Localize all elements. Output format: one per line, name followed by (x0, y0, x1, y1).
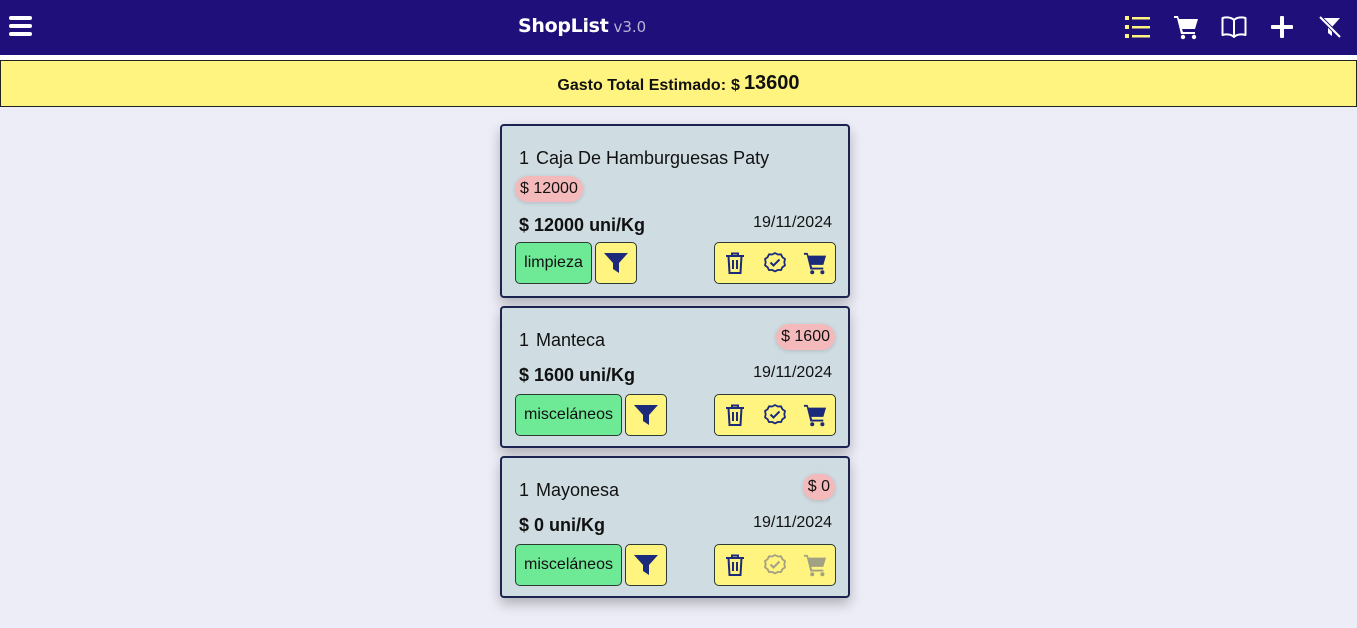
item-card: 1 Manteca $ 1600 $ 1600 uni/Kg 19/11/202… (500, 306, 850, 448)
category-button[interactable]: limpieza (515, 242, 592, 284)
app-version: v3.0 (613, 18, 647, 36)
category-button[interactable]: misceláneos (515, 394, 622, 436)
filter-icon (634, 405, 658, 425)
cart-icon[interactable] (803, 403, 827, 427)
filter-category-button[interactable] (595, 242, 637, 284)
item-actions (714, 394, 836, 436)
total-currency: $ (731, 76, 740, 94)
item-price-badge: $ 1600 (776, 324, 835, 350)
item-quantity: 1 (519, 330, 530, 350)
item-name: Caja De Hamburguesas Paty (536, 148, 770, 168)
app-brand: ShopList v3.0 (518, 15, 646, 37)
filter-icon (604, 253, 628, 273)
check-badge-icon[interactable] (763, 251, 787, 275)
item-date: 19/11/2024 (753, 214, 832, 231)
trash-icon[interactable] (723, 403, 747, 427)
item-unit-price: $ 0 uni/Kg (519, 515, 606, 535)
cart-icon[interactable] (1173, 14, 1199, 40)
total-amount: 13600 (743, 72, 800, 94)
trash-icon[interactable] (723, 251, 747, 275)
filter-category-button[interactable] (625, 394, 667, 436)
filter-off-icon[interactable] (1317, 14, 1343, 40)
item-card: 1 Mayonesa $ 0 $ 0 uni/Kg 19/11/2024 mis… (500, 456, 850, 598)
item-unit-price: $ 12000 uni/Kg (519, 215, 646, 235)
item-quantity: 1 (519, 148, 530, 168)
filter-icon (634, 555, 658, 575)
item-date: 19/11/2024 (753, 514, 832, 531)
item-price-badge: $ 12000 (515, 176, 583, 202)
category-button[interactable]: misceláneos (515, 544, 622, 586)
item-quantity: 1 (519, 480, 530, 500)
trash-icon[interactable] (723, 553, 747, 577)
filter-category-button[interactable] (625, 544, 667, 586)
top-navbar: ShopList v3.0 (0, 0, 1357, 55)
book-icon[interactable] (1221, 14, 1247, 40)
check-badge-icon-disabled (764, 554, 786, 575)
check-badge-icon[interactable] (763, 403, 787, 427)
plus-icon[interactable] (1269, 14, 1295, 40)
app-name: ShopList (518, 15, 609, 37)
item-name: Manteca (536, 330, 606, 350)
item-card: 1 Caja De Hamburguesas Paty $ 12000 $ 12… (500, 124, 850, 298)
item-actions (714, 242, 836, 284)
cart-icon-disabled (803, 554, 827, 577)
total-label: Gasto Total Estimado: (557, 76, 727, 94)
total-estimate-bar: Gasto Total Estimado: $ 13600 (0, 60, 1357, 107)
item-unit-price: $ 1600 uni/Kg (519, 365, 636, 385)
item-price-badge: $ 0 (802, 474, 835, 500)
list-icon[interactable] (1125, 14, 1151, 40)
menu-icon[interactable] (9, 14, 32, 38)
item-date: 19/11/2024 (753, 364, 832, 381)
cart-icon[interactable] (803, 251, 827, 275)
item-actions (714, 544, 836, 586)
item-name: Mayonesa (536, 480, 620, 500)
